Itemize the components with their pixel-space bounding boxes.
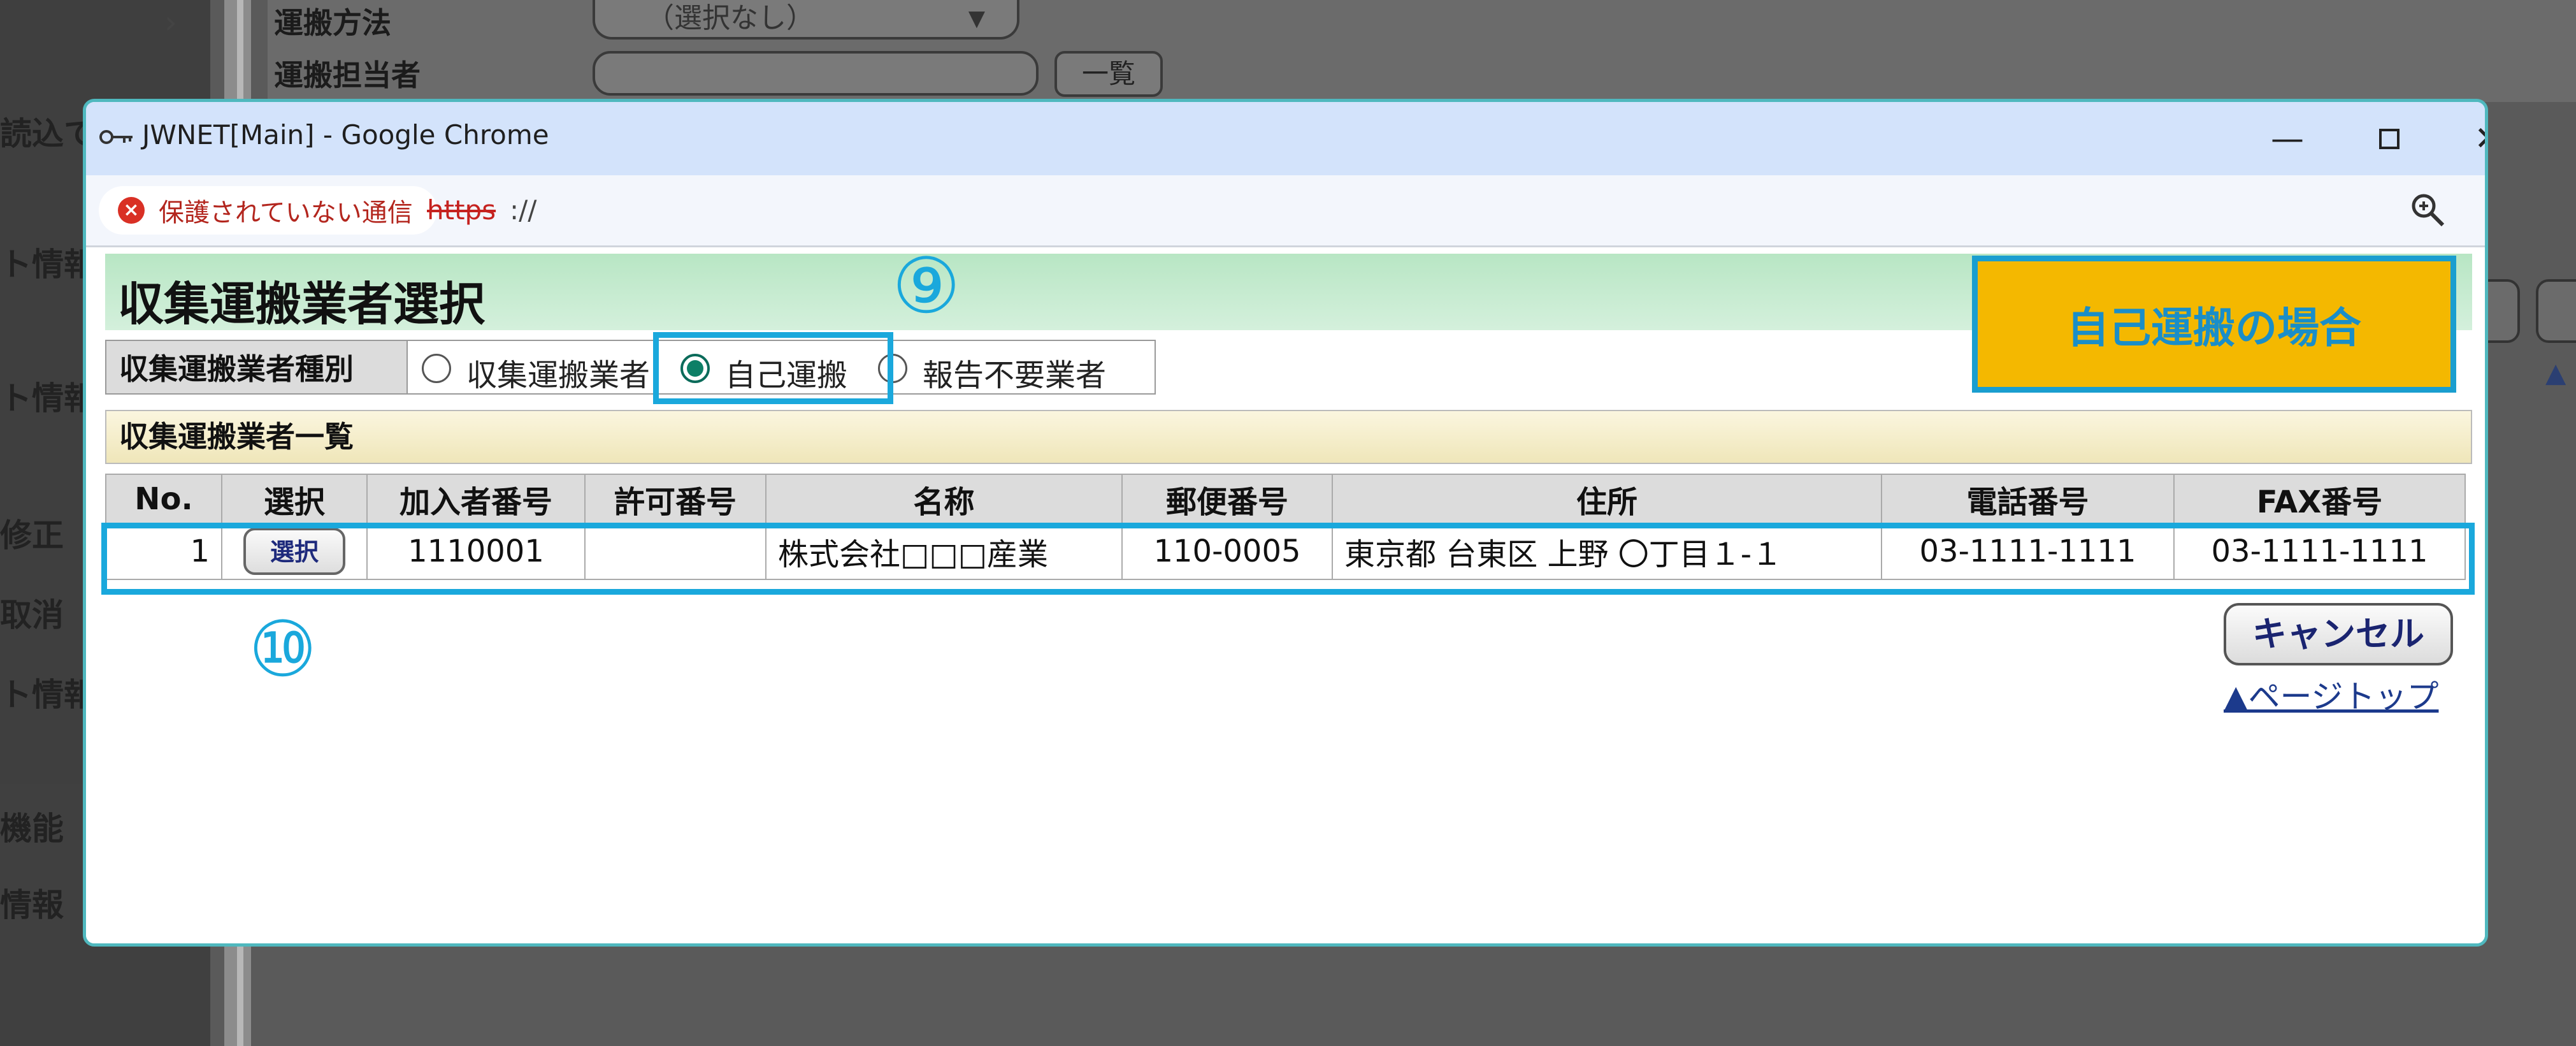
step-marker-9: ⑨ (892, 242, 961, 331)
nav-item: 修正 (0, 517, 64, 554)
minimize-icon[interactable]: — (2252, 112, 2322, 166)
carrier-kind-row: 収集運搬業者種別 収集運搬業者 自己運搬 報告不要業者 (105, 340, 1156, 397)
close-icon[interactable]: ✕ (2453, 112, 2485, 166)
popup-window: JWNET[Main] - Google Chrome — ✕ × 保護されてい… (83, 99, 2488, 947)
page-content: 収集運搬業者選択 ⑨ 自己運搬の場合 収集運搬業者種別 収集運搬業者 自己運搬 … (86, 242, 2485, 943)
column-header: 加入者番号 (366, 474, 586, 524)
nav-item: 読込て (0, 115, 96, 152)
column-header: 選択 (221, 474, 368, 524)
nav-item: ト情報 (0, 676, 96, 713)
chevron-down-icon: ▼ (968, 6, 985, 31)
nav-item: ト情報 (0, 380, 96, 417)
security-label: 保護されていない通信 (159, 198, 413, 228)
nav-item: 情報 (0, 887, 64, 924)
case-badge: 自己運搬の場合 (1972, 256, 2456, 393)
column-header: FAX番号 (2173, 474, 2466, 524)
address-bar[interactable]: × 保護されていない通信 https :// (86, 175, 2485, 247)
nav-item: ト情報 (0, 246, 96, 283)
carrier-kind-label: 収集運搬業者種別 (105, 340, 408, 395)
window-title: JWNET[Main] - Google Chrome (142, 119, 549, 150)
triangle-up-icon: ▲ (2545, 357, 2566, 388)
column-header: 電話番号 (1881, 474, 2175, 524)
transport-method-select[interactable]: （選択なし） ▼ (593, 0, 1019, 40)
insecure-icon: × (118, 197, 145, 224)
highlight-box-row (101, 523, 2475, 595)
url-text: :// (510, 194, 537, 226)
key-icon (99, 130, 133, 144)
list-title: 収集運搬業者一覧 (105, 410, 2472, 464)
maximize-icon[interactable] (2354, 112, 2424, 166)
transport-person-input[interactable] (593, 51, 1039, 96)
background-button[interactable] (2536, 279, 2576, 343)
nav-item: 機能 (0, 810, 64, 847)
page-top-link[interactable]: ▲ページトップ (2224, 671, 2438, 717)
url-protocol: https (427, 194, 496, 226)
cancel-button[interactable]: キャンセル (2224, 603, 2453, 665)
highlight-box-radio (653, 332, 893, 404)
table-header-row: No. 選択 加入者番号 許可番号 名称 郵便番号 住所 電話番号 FAX番号 (105, 474, 2466, 524)
radio-label-collector[interactable]: 収集運搬業者 (466, 350, 650, 395)
radio-collector[interactable] (422, 354, 451, 383)
step-marker-10: ⑩ (248, 606, 317, 694)
chevron-right-icon: › (164, 4, 177, 41)
radio-label-no-report[interactable]: 報告不要業者 (923, 350, 1106, 395)
list-button[interactable]: 一覧 (1054, 51, 1163, 97)
zoom-icon[interactable] (2407, 189, 2448, 230)
security-indicator[interactable]: × 保護されていない通信 (99, 186, 437, 235)
column-header: 名称 (765, 474, 1123, 524)
column-header: 郵便番号 (1121, 474, 1333, 524)
column-header: No. (105, 474, 222, 524)
select-value: （選択なし） (646, 2, 814, 34)
column-header: 許可番号 (584, 474, 766, 524)
form-label-transport-method: 運搬方法 (274, 6, 391, 40)
nav-item: 取消 (0, 597, 64, 634)
page-title: 収集運搬業者選択 (118, 277, 486, 331)
window-titlebar: JWNET[Main] - Google Chrome — ✕ (86, 102, 2485, 175)
form-label-transport-person: 運搬担当者 (274, 58, 421, 92)
column-header: 住所 (1332, 474, 1882, 524)
